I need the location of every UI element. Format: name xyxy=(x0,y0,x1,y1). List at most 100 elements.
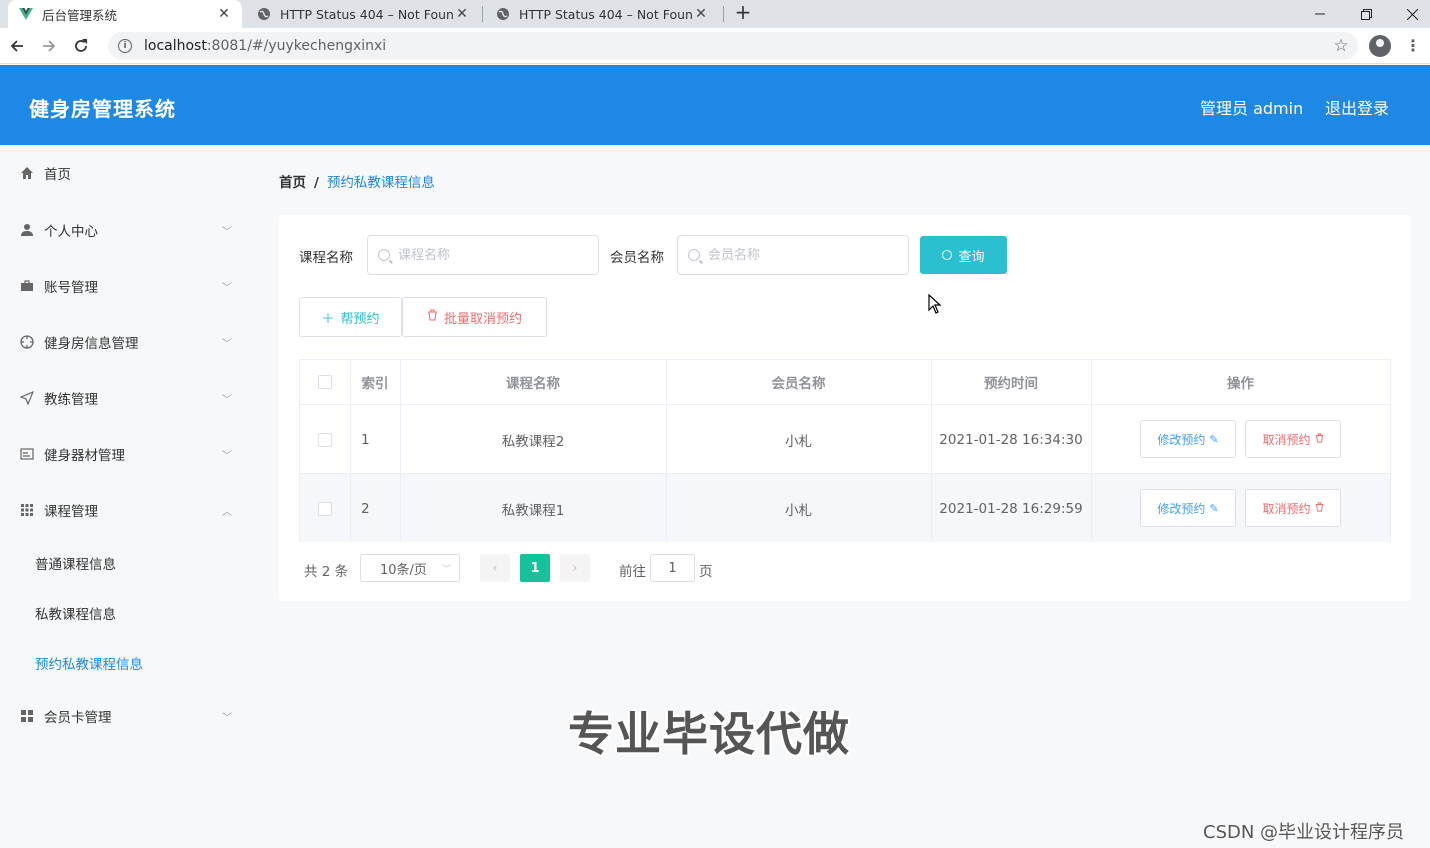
app-header: 健身房管理系统 管理员 admin 退出登录 xyxy=(0,65,1430,145)
sidebar-item-label: 个人中心 xyxy=(44,224,98,240)
profile-avatar-icon[interactable] xyxy=(1369,35,1391,57)
course-name-field[interactable] xyxy=(367,235,599,275)
chevron-left-icon: ‹ xyxy=(492,560,498,576)
header-index[interactable]: 索引 xyxy=(350,360,400,404)
sidebar-subitem-private-courses[interactable]: 私教课程信息 xyxy=(35,603,116,623)
table-row: 1 私教课程2 小札 2021-01-28 16:34:30 修改预约 ✎ 取消预… xyxy=(300,404,1390,473)
cell-member: 小札 xyxy=(785,502,812,519)
row-checkbox[interactable] xyxy=(318,432,332,447)
page-number-active[interactable]: 1 xyxy=(520,554,550,582)
sidebar-subitem-private-bookings[interactable]: 预约私教课程信息 xyxy=(35,653,143,673)
info-icon[interactable]: i xyxy=(118,39,132,53)
watermark-text: 专业毕设代做 xyxy=(568,707,850,761)
sidebar-item-label: 健身房信息管理 xyxy=(44,336,139,352)
trash-icon xyxy=(427,309,438,325)
chevron-down-icon: ﹀ xyxy=(222,450,232,462)
browser-menu-icon[interactable]: ⋮ xyxy=(1404,36,1422,56)
window-close-icon[interactable] xyxy=(1389,0,1430,28)
header-time[interactable]: 预约时间 xyxy=(931,360,1091,404)
edit-booking-button[interactable]: 修改预约 ✎ xyxy=(1140,420,1236,458)
edit-pencil-icon: ✎ xyxy=(1209,432,1219,446)
member-name-field[interactable] xyxy=(677,235,909,275)
add-booking-button[interactable]: ＋ 帮预约 xyxy=(299,297,402,337)
tab-divider xyxy=(482,6,483,22)
send-icon xyxy=(19,390,35,406)
sidebar-item-home[interactable]: 首页 xyxy=(0,153,254,193)
sidebar-item-label: 课程管理 xyxy=(44,504,98,520)
page-size-select[interactable]: 10条/页 ﹀ xyxy=(360,554,460,582)
trash-icon xyxy=(1315,501,1324,515)
column-divider xyxy=(666,360,667,541)
sidebar-item-label: 教练管理 xyxy=(44,392,98,408)
new-tab-button[interactable]: + xyxy=(733,2,753,24)
sidebar-subitem-normal-courses[interactable]: 普通课程信息 xyxy=(35,553,116,573)
chevron-down-icon: ﹀ xyxy=(222,226,232,238)
cell-time: 2021-01-28 16:29:59 xyxy=(939,500,1083,517)
row-select-cell xyxy=(300,405,350,474)
add-booking-label: 帮预约 xyxy=(340,311,380,327)
address-bar: i localhost:8081/#/yuykechengxinxi ☆ ⋮ xyxy=(0,28,1430,64)
user-label: 管理员 admin xyxy=(1200,99,1304,118)
select-all-cell xyxy=(300,360,350,404)
reload-icon[interactable] xyxy=(69,34,93,58)
browser-tab-title: 后台管理系统 xyxy=(42,7,118,23)
chevron-down-icon: ﹀ xyxy=(222,712,232,724)
sidebar-item-equipment[interactable]: 健身器材管理 ﹀ xyxy=(0,434,254,474)
next-page-button[interactable]: › xyxy=(560,554,590,582)
sidebar-item-profile[interactable]: 个人中心 ﹀ xyxy=(0,210,254,250)
member-name-input[interactable] xyxy=(708,247,888,263)
cancel-booking-label: 取消预约 xyxy=(1262,501,1311,516)
cell-course: 私教课程1 xyxy=(501,502,565,519)
browser-tab-3[interactable]: HTTP Status 404 – Not Found ✕ xyxy=(485,0,719,28)
url-host: localhost xyxy=(144,38,207,54)
close-icon[interactable]: ✕ xyxy=(693,6,709,22)
globe-icon xyxy=(495,6,511,22)
home-icon xyxy=(19,165,35,181)
logout-link[interactable]: 退出登录 xyxy=(1325,95,1389,119)
course-name-input[interactable] xyxy=(398,247,578,263)
bookmark-star-icon[interactable]: ☆ xyxy=(1331,36,1351,56)
select-all-checkbox[interactable] xyxy=(318,375,332,389)
back-arrow-icon[interactable] xyxy=(5,34,29,58)
batch-cancel-button[interactable]: 批量取消预约 xyxy=(402,297,547,337)
browser-tab-2[interactable]: HTTP Status 404 – Not Found ✕ xyxy=(246,0,480,28)
url-field[interactable]: i localhost:8081/#/yuykechengxinxi xyxy=(108,32,1358,60)
row-checkbox[interactable] xyxy=(318,501,332,516)
goto-page-input[interactable]: 1 xyxy=(650,554,695,582)
edit-booking-button[interactable]: 修改预约 ✎ xyxy=(1140,489,1236,527)
row-select-cell xyxy=(300,474,350,543)
sidebar-item-courses[interactable]: 课程管理 ︿ xyxy=(0,490,254,530)
cell-course: 私教课程2 xyxy=(501,433,565,450)
minimize-icon[interactable] xyxy=(1297,0,1343,28)
close-icon[interactable]: ✕ xyxy=(454,6,470,22)
header-course[interactable]: 课程名称 xyxy=(400,360,666,404)
compass-icon xyxy=(19,334,35,350)
cancel-booking-button[interactable]: 取消预约 xyxy=(1245,420,1341,458)
sidebar-item-label: 账号管理 xyxy=(44,280,98,296)
cell-index: 2 xyxy=(361,500,370,517)
breadcrumb-current: 预约私教课程信息 xyxy=(326,175,435,191)
sidebar-item-coaches[interactable]: 教练管理 ﹀ xyxy=(0,378,254,418)
prev-page-button[interactable]: ‹ xyxy=(480,554,510,582)
browser-tabbar: 后台管理系统 ✕ HTTP Status 404 – Not Found ✕ H… xyxy=(0,0,1430,28)
cancel-booking-button[interactable]: 取消预约 xyxy=(1245,489,1341,527)
cancel-booking-label: 取消预约 xyxy=(1262,432,1311,447)
chevron-up-icon: ︿ xyxy=(222,506,232,518)
restore-icon[interactable] xyxy=(1343,0,1389,28)
header-member[interactable]: 会员名称 xyxy=(666,360,931,404)
sidebar-item-gym-info[interactable]: 健身房信息管理 ﹀ xyxy=(0,322,254,362)
query-button[interactable]: 查询 xyxy=(920,236,1007,274)
browser-tab-1[interactable]: 后台管理系统 ✕ xyxy=(8,0,242,28)
url-path: :8081/#/yuykechengxinxi xyxy=(206,38,387,54)
mouse-cursor-icon xyxy=(928,294,942,314)
breadcrumb-home[interactable]: 首页 xyxy=(279,175,306,191)
chevron-down-icon: ﹀ xyxy=(222,282,232,294)
bookings-table: 索引 课程名称 会员名称 预约时间 操作 1 私教课程2 小札 2021-01-… xyxy=(299,359,1391,542)
edit-booking-label: 修改预约 xyxy=(1157,501,1206,516)
forward-arrow-icon[interactable] xyxy=(37,34,61,58)
edit-booking-label: 修改预约 xyxy=(1157,432,1206,447)
sidebar-item-accounts[interactable]: 账号管理 ﹀ xyxy=(0,266,254,306)
sidebar-item-member-cards[interactable]: 会员卡管理 ﹀ xyxy=(0,696,254,736)
user-icon xyxy=(19,222,35,238)
close-icon[interactable]: ✕ xyxy=(216,6,232,22)
